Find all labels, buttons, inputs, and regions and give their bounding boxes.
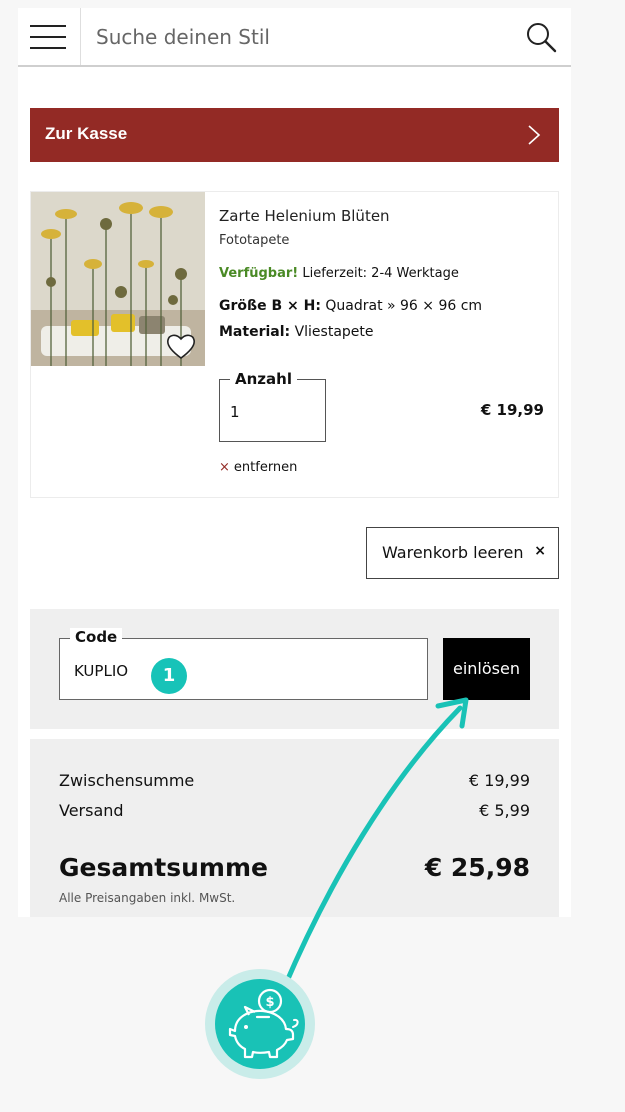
shipping-label: Versand (59, 801, 124, 820)
product-type: Fototapete (219, 233, 290, 248)
step-number-badge: 1 (151, 658, 187, 694)
remove-item-link[interactable]: × entfernen (219, 460, 297, 475)
product-size: Größe B × H: Quadrat » 96 × 96 cm (219, 298, 482, 314)
total-row: Gesamtsumme € 25,98 (59, 853, 530, 882)
material-label: Material: (219, 324, 291, 340)
total-value: € 25,98 (424, 853, 530, 882)
order-summary: Zwischensumme € 19,99 Versand € 5,99 Ges… (30, 739, 559, 917)
material-value: Vliestapete (294, 324, 374, 340)
svg-text:$: $ (265, 995, 274, 1010)
checkout-button[interactable]: Zur Kasse (30, 108, 559, 162)
product-title[interactable]: Zarte Helenium Blüten (219, 207, 390, 225)
close-icon: × (534, 543, 546, 559)
search-input[interactable] (82, 8, 512, 65)
hamburger-icon-line (30, 47, 66, 49)
coupon-code-field: Code 1 (59, 628, 428, 700)
coupon-section: Code 1 einlösen (30, 609, 559, 729)
size-value: Quadrat » 96 × 96 cm (325, 298, 483, 314)
subtotal-label: Zwischensumme (59, 771, 195, 790)
shipping-value: € 5,99 (479, 801, 530, 820)
remove-label: entfernen (233, 460, 298, 475)
hamburger-icon (30, 25, 66, 27)
item-price: € 19,99 (480, 401, 544, 419)
hamburger-icon-line (30, 36, 66, 38)
piggy-bank-coin-icon: $ (228, 988, 299, 1059)
vat-note: Alle Preisangaben inkl. MwSt. (59, 891, 236, 905)
clear-cart-label: Warenkorb leeren (382, 543, 524, 562)
size-label: Größe B × H: (219, 298, 321, 314)
availability: Verfügbar! Lieferzeit: 2-4 Werktage (219, 266, 459, 281)
remove-icon: × (219, 460, 230, 475)
redeem-label: einlösen (453, 659, 520, 678)
quantity-field: Anzahl (219, 370, 326, 442)
product-material: Material: Vliestapete (219, 324, 374, 340)
product-image[interactable] (31, 192, 205, 366)
clear-cart-button[interactable]: Warenkorb leeren × (366, 527, 559, 579)
quantity-label: Anzahl (230, 370, 297, 388)
cart-item: Zarte Helenium Blüten Fototapete Verfügb… (30, 191, 559, 498)
menu-button[interactable] (18, 8, 81, 65)
redeem-button[interactable]: einlösen (443, 638, 530, 700)
delivery-time: Lieferzeit: 2-4 Werktage (302, 266, 459, 281)
shipping-row: Versand € 5,99 (59, 801, 530, 820)
cart-page: Zur Kasse (18, 8, 571, 917)
coupon-code-label: Code (70, 628, 123, 646)
availability-status: Verfügbar! (219, 266, 299, 281)
quantity-input[interactable] (230, 400, 310, 424)
chevron-right-icon (528, 125, 541, 145)
total-label: Gesamtsumme (59, 853, 268, 882)
subtotal-value: € 19,99 (468, 771, 530, 790)
checkout-label: Zur Kasse (45, 124, 128, 143)
heart-icon[interactable] (166, 332, 196, 360)
magnifier-icon[interactable] (525, 21, 557, 53)
subtotal-row: Zwischensumme € 19,99 (59, 771, 530, 790)
piggy-bank-badge: $ (215, 979, 305, 1069)
header (18, 8, 571, 67)
